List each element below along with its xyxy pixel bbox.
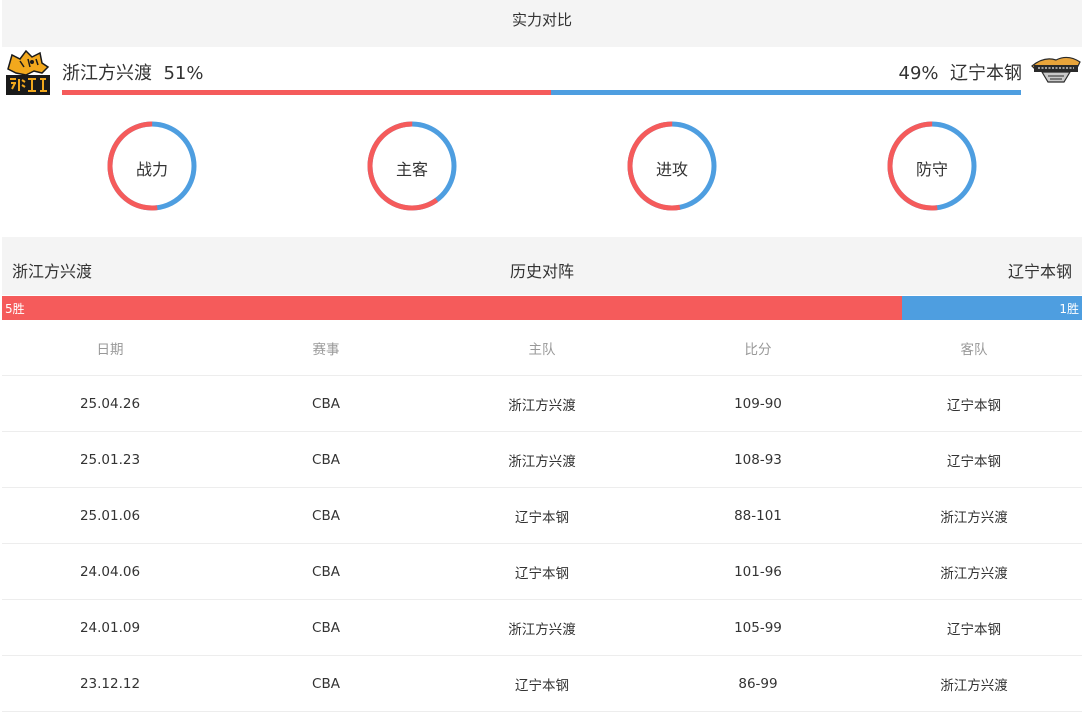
donut-power: 战力 <box>106 120 198 212</box>
cell-home-team: 浙江方兴渡 <box>508 397 576 414</box>
table-row: 23.12.12 CBA 辽宁本钢 86-99 浙江方兴渡 <box>2 656 1082 712</box>
cell-date: 25.01.23 <box>79 451 141 468</box>
strength-header: 实力对比 <box>2 0 1082 47</box>
zhejiang-team-logo <box>2 47 54 97</box>
table-row: 25.01.06 CBA 辽宁本钢 88-101 浙江方兴渡 <box>2 488 1082 544</box>
column-header-home: 主队 <box>528 341 556 358</box>
away-team-label: 辽宁本钢 <box>950 63 1022 84</box>
cell-away-team: 浙江方兴渡 <box>940 565 1008 582</box>
table-row: 24.01.09 CBA 浙江方兴渡 105-99 辽宁本钢 <box>2 600 1082 656</box>
donut-home-away-label: 主客 <box>395 160 428 179</box>
history-header: 浙江方兴渡 历史对阵 辽宁本钢 <box>2 237 1082 295</box>
column-header-date: 日期 <box>96 341 124 358</box>
cell-away-team: 浙江方兴渡 <box>940 509 1008 526</box>
home-wins-bar: 5胜 <box>2 296 902 320</box>
history-table: 日期 赛事 主队 比分 客队 25.04.26 CBA 浙江方兴渡 109-90… <box>2 320 1082 712</box>
cell-home-team: 浙江方兴渡 <box>508 453 576 470</box>
donut-power-label: 战力 <box>135 160 168 179</box>
strength-title: 实力对比 <box>511 11 572 29</box>
column-header-away: 客队 <box>960 341 988 358</box>
table-header-row: 日期 赛事 主队 比分 客队 <box>2 320 1082 376</box>
cell-away-team: 浙江方兴渡 <box>940 677 1008 694</box>
cell-date: 23.12.12 <box>79 675 141 692</box>
cell-score: 88-101 <box>734 507 782 524</box>
home-strength-bar <box>62 90 551 95</box>
table-row: 25.04.26 CBA 浙江方兴渡 109-90 辽宁本钢 <box>2 376 1082 432</box>
away-wins-bar: 1胜 <box>902 296 1082 320</box>
column-header-event: 赛事 <box>312 341 340 358</box>
cell-away-team: 辽宁本钢 <box>947 397 1001 414</box>
cell-away-team: 辽宁本钢 <box>947 621 1001 638</box>
cell-score: 86-99 <box>738 675 778 692</box>
home-team-percent: 51% <box>163 63 204 84</box>
cell-home-team: 辽宁本钢 <box>515 509 569 526</box>
cell-score: 109-90 <box>734 395 782 412</box>
history-title: 历史对阵 <box>509 262 574 281</box>
home-wins-label: 5胜 <box>5 302 25 316</box>
cell-date: 24.04.06 <box>79 563 141 580</box>
cell-event: CBA <box>312 619 340 636</box>
cell-score: 108-93 <box>734 451 782 468</box>
history-away-name: 辽宁本钢 <box>1007 262 1072 281</box>
cell-home-team: 辽宁本钢 <box>515 677 569 694</box>
column-header-score: 比分 <box>744 341 772 358</box>
cell-event: CBA <box>312 507 340 524</box>
away-team-name: 49% 辽宁本钢 <box>899 59 1022 85</box>
cell-date: 25.04.26 <box>79 395 141 412</box>
cell-event: CBA <box>312 675 340 692</box>
donut-defense: 防守 <box>886 120 978 212</box>
cell-home-team: 辽宁本钢 <box>515 565 569 582</box>
cell-away-team: 辽宁本钢 <box>947 453 1001 470</box>
donut-attack-label: 进攻 <box>655 160 688 179</box>
home-team-label: 浙江方兴渡 <box>62 63 152 84</box>
home-team-name: 浙江方兴渡 51% <box>62 59 203 85</box>
away-strength-bar <box>551 90 1021 95</box>
away-team-percent: 49% <box>898 63 939 84</box>
donut-home-away: 主客 <box>366 120 458 212</box>
cell-score: 105-99 <box>734 619 782 636</box>
cell-score: 101-96 <box>734 563 782 580</box>
cell-home-team: 浙江方兴渡 <box>508 621 576 638</box>
cell-event: CBA <box>312 395 340 412</box>
away-wins-label: 1胜 <box>1059 302 1079 316</box>
cell-event: CBA <box>312 563 340 580</box>
cell-date: 25.01.06 <box>79 507 141 524</box>
donut-attack: 进攻 <box>626 120 718 212</box>
donut-defense-label: 防守 <box>915 160 948 179</box>
table-row: 24.04.06 CBA 辽宁本钢 101-96 浙江方兴渡 <box>2 544 1082 600</box>
cell-date: 24.01.09 <box>79 619 141 636</box>
liaoning-team-logo <box>1030 48 1082 98</box>
cell-event: CBA <box>312 451 340 468</box>
table-row: 25.01.23 CBA 浙江方兴渡 108-93 辽宁本钢 <box>2 432 1082 488</box>
